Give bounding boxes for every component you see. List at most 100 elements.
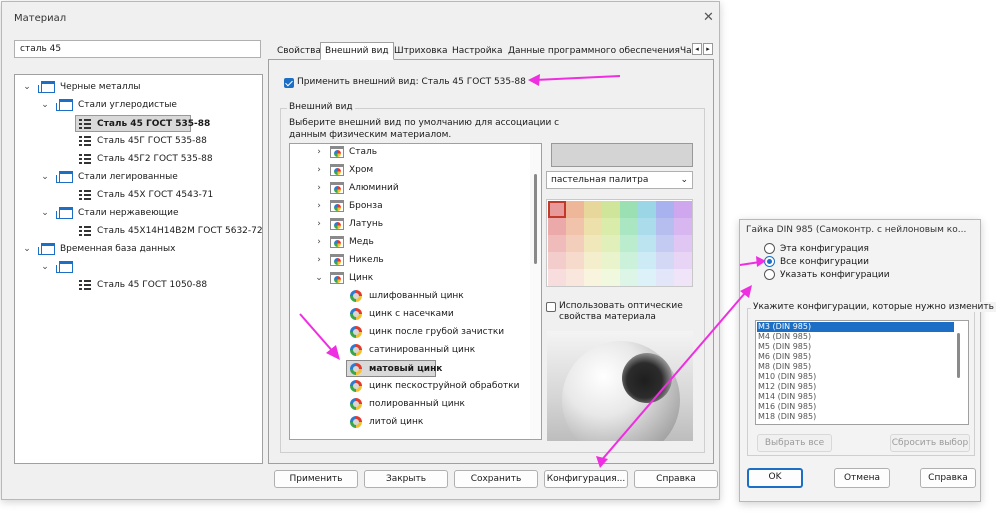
palette-swatch[interactable] bbox=[548, 218, 566, 235]
appearance-folder[interactable]: › Латунь bbox=[290, 216, 530, 233]
save-button[interactable]: Сохранить bbox=[454, 470, 538, 488]
palette-swatch[interactable] bbox=[674, 218, 692, 235]
palette-swatch[interactable] bbox=[620, 269, 638, 286]
radio-this-config[interactable] bbox=[764, 243, 775, 254]
help-button[interactable]: Справка bbox=[634, 470, 718, 488]
palette-swatch[interactable] bbox=[584, 218, 602, 235]
palette-swatch[interactable] bbox=[674, 201, 692, 218]
palette-swatch[interactable] bbox=[638, 252, 656, 269]
appearance-folder[interactable]: › Хром bbox=[290, 162, 530, 179]
tree-item-stainless-steels[interactable]: ⌄ Стали нержавеющие bbox=[15, 205, 262, 222]
chevron-right-icon[interactable]: › bbox=[314, 234, 324, 251]
palette-swatch[interactable] bbox=[674, 269, 692, 286]
palette-swatch[interactable] bbox=[656, 252, 674, 269]
palette-swatch[interactable] bbox=[548, 201, 566, 218]
chevron-right-icon[interactable]: › bbox=[314, 144, 324, 161]
config-list-item[interactable]: M16 (DIN 985) bbox=[758, 402, 816, 412]
appearance-folder[interactable]: › Медь bbox=[290, 234, 530, 251]
config-list-scrollbar[interactable] bbox=[957, 333, 960, 378]
appearance-item[interactable]: сатинированный цинк bbox=[346, 342, 526, 359]
appearance-item-selected[interactable]: матовый цинк bbox=[346, 360, 442, 377]
palette-swatch[interactable] bbox=[602, 201, 620, 218]
palette-swatch[interactable] bbox=[566, 269, 584, 286]
chevron-down-icon[interactable]: ⌄ bbox=[22, 241, 32, 258]
palette-swatch[interactable] bbox=[638, 201, 656, 218]
appearance-folder-expanded[interactable]: ⌄ Цинк bbox=[290, 270, 530, 287]
palette-swatch[interactable] bbox=[584, 201, 602, 218]
tab-settings[interactable]: Настройка bbox=[447, 42, 508, 60]
palette-swatch[interactable] bbox=[638, 235, 656, 252]
chevron-right-icon[interactable]: › bbox=[314, 252, 324, 269]
tab-appearance[interactable]: Внешний вид bbox=[320, 42, 394, 60]
palette-swatch[interactable] bbox=[620, 201, 638, 218]
config-list-item[interactable]: M10 (DIN 985) bbox=[758, 372, 816, 382]
palette-swatch[interactable] bbox=[656, 201, 674, 218]
config-list-item[interactable]: M14 (DIN 985) bbox=[758, 392, 816, 402]
chevron-right-icon[interactable]: › bbox=[314, 180, 324, 197]
palette-swatch[interactable] bbox=[638, 218, 656, 235]
palette-swatch[interactable] bbox=[656, 269, 674, 286]
tree-item-temp-database[interactable]: ⌄ Временная база данных bbox=[15, 241, 262, 258]
palette-swatch[interactable] bbox=[566, 201, 584, 218]
material-tree[interactable]: ⌄ Черные металлы ⌄ Стали углеродистые Ст… bbox=[14, 74, 263, 464]
palette-swatch[interactable] bbox=[584, 235, 602, 252]
palette-swatch[interactable] bbox=[602, 235, 620, 252]
tab-software-data[interactable]: Данные программного обеспечения bbox=[503, 42, 685, 60]
chevron-down-icon[interactable]: ⌄ bbox=[40, 259, 50, 276]
close-button[interactable]: Закрыть bbox=[364, 470, 448, 488]
palette-swatch[interactable] bbox=[584, 269, 602, 286]
tree-item-material[interactable]: Сталь 45Х14Н14В2М ГОСТ 5632-72 bbox=[75, 223, 263, 240]
appearance-item[interactable]: литой цинк bbox=[346, 414, 526, 431]
config-list[interactable]: M3 (DIN 985) M4 (DIN 985) M5 (DIN 985) M… bbox=[755, 320, 969, 425]
tree-item-ferrous-metals[interactable]: ⌄ Черные металлы bbox=[15, 79, 262, 96]
appearance-folder[interactable]: › Сталь bbox=[290, 144, 530, 161]
radio-specify-configs[interactable] bbox=[764, 269, 775, 280]
chevron-down-icon[interactable]: ⌄ bbox=[22, 79, 32, 96]
appearance-item[interactable]: шлифованный цинк bbox=[346, 288, 526, 305]
cancel-button[interactable]: Отмена bbox=[834, 468, 890, 488]
appearance-folder[interactable]: › Никель bbox=[290, 252, 530, 269]
close-icon[interactable]: ✕ bbox=[703, 10, 714, 25]
reset-selection-button[interactable]: Сбросить выбор bbox=[890, 434, 970, 452]
config-list-item[interactable]: M12 (DIN 985) bbox=[758, 382, 816, 392]
palette-swatch[interactable] bbox=[548, 252, 566, 269]
palette-swatch[interactable] bbox=[656, 235, 674, 252]
tree-item-material[interactable]: Сталь 45Х ГОСТ 4543-71 bbox=[75, 187, 255, 204]
scrollbar-thumb[interactable] bbox=[534, 174, 537, 264]
palette-swatch[interactable] bbox=[548, 269, 566, 286]
palette-swatch[interactable] bbox=[620, 218, 638, 235]
appearance-item[interactable]: цинк с насечками bbox=[346, 306, 526, 323]
tree-item-material[interactable]: Сталь 45Г2 ГОСТ 535-88 bbox=[75, 151, 255, 168]
chevron-down-icon[interactable]: ⌄ bbox=[40, 205, 50, 222]
palette-swatch[interactable] bbox=[674, 235, 692, 252]
apply-appearance-checkbox[interactable] bbox=[284, 78, 294, 88]
palette-swatch[interactable] bbox=[602, 218, 620, 235]
apply-button[interactable]: Применить bbox=[274, 470, 358, 488]
appearance-tree[interactable]: › Сталь › Хром › Алюминий › Бронза › Лат… bbox=[289, 143, 542, 440]
chevron-down-icon[interactable]: ⌄ bbox=[40, 169, 50, 186]
tree-item-material[interactable]: Сталь 45 ГОСТ 1050-88 bbox=[75, 277, 255, 294]
tab-hatching[interactable]: Штриховка bbox=[389, 42, 453, 60]
appearance-item[interactable]: полированный цинк bbox=[346, 396, 526, 413]
tree-item-material-selected[interactable]: Сталь 45 ГОСТ 535-88 bbox=[75, 115, 210, 132]
tab-scroll-right-icon[interactable]: ▸ bbox=[703, 43, 713, 55]
chevron-down-icon[interactable]: ⌄ bbox=[40, 97, 50, 114]
help-button[interactable]: Справка bbox=[920, 468, 976, 488]
palette-swatch[interactable] bbox=[566, 252, 584, 269]
config-list-item[interactable]: M8 (DIN 985) bbox=[758, 362, 811, 372]
appearance-item[interactable]: цинк после грубой зачистки bbox=[346, 324, 526, 341]
use-optical-checkbox[interactable] bbox=[546, 302, 556, 312]
select-all-button[interactable]: Выбрать все bbox=[757, 434, 832, 452]
tree-item-unnamed-folder[interactable]: ⌄ bbox=[15, 259, 262, 276]
chevron-right-icon[interactable]: › bbox=[314, 162, 324, 179]
appearance-tree-scrollbar[interactable] bbox=[530, 144, 541, 439]
chevron-right-icon[interactable]: › bbox=[314, 216, 324, 233]
palette-swatch[interactable] bbox=[674, 252, 692, 269]
config-list-item[interactable]: M4 (DIN 985) bbox=[758, 332, 811, 342]
tab-properties[interactable]: Свойства bbox=[272, 42, 326, 60]
palette-swatch-grid[interactable] bbox=[546, 199, 693, 287]
palette-swatch[interactable] bbox=[548, 235, 566, 252]
tree-item-material[interactable]: Сталь 45Г ГОСТ 535-88 bbox=[75, 133, 255, 150]
palette-swatch[interactable] bbox=[620, 252, 638, 269]
appearance-folder[interactable]: › Алюминий bbox=[290, 180, 530, 197]
